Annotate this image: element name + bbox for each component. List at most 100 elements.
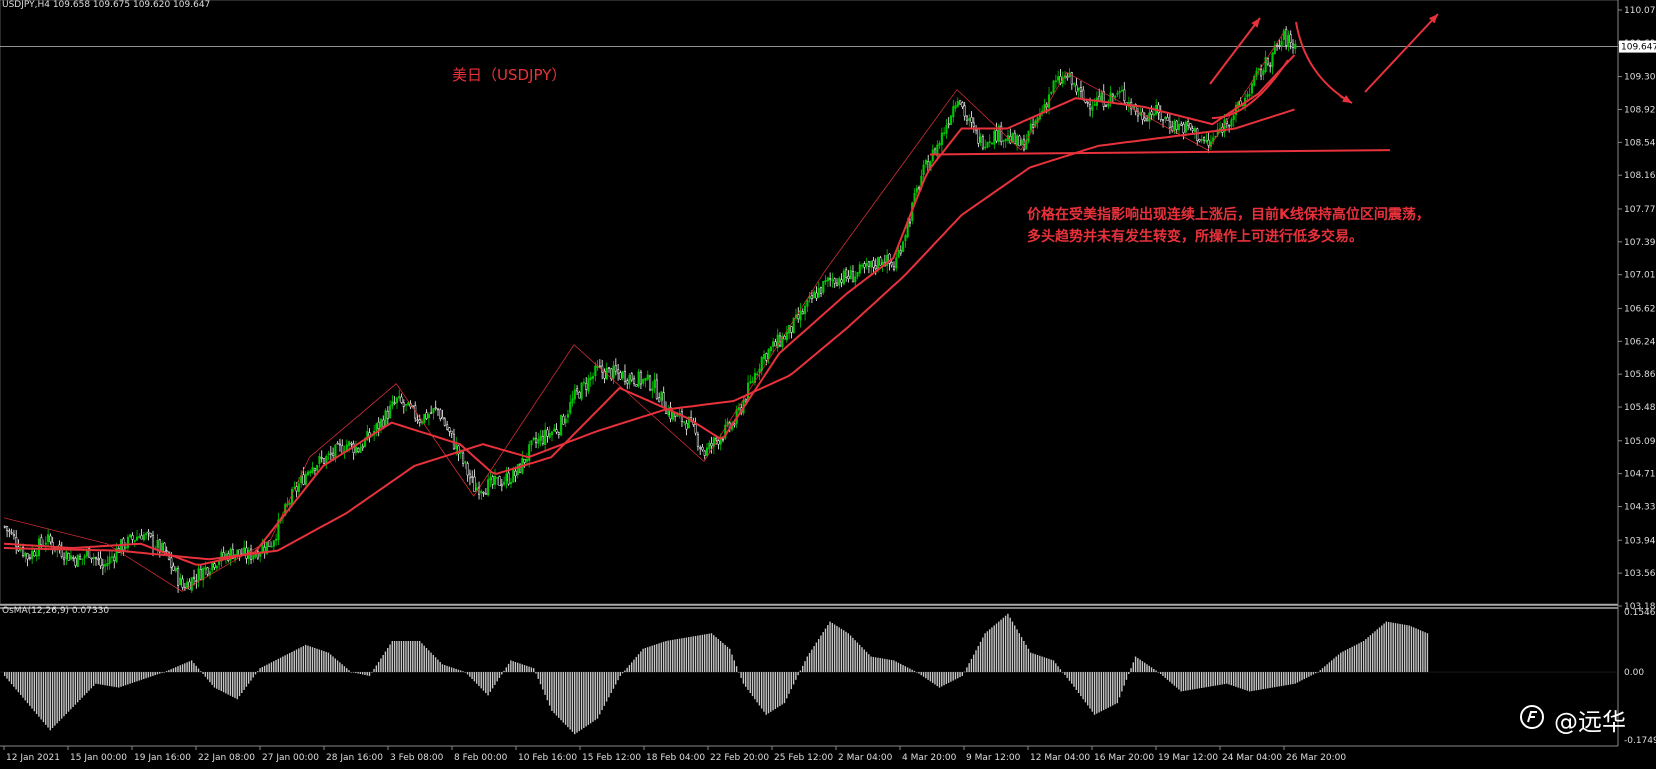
candle bbox=[270, 545, 273, 548]
osma-bar bbox=[970, 658, 973, 673]
candle bbox=[1020, 139, 1023, 146]
osma-bar bbox=[802, 665, 804, 673]
candle bbox=[393, 402, 396, 404]
candle bbox=[1004, 138, 1007, 142]
price-tick-label: 108.540 bbox=[1624, 138, 1656, 148]
osma-bar bbox=[1139, 659, 1141, 673]
osma-bar bbox=[229, 672, 232, 696]
osma-bar bbox=[514, 661, 517, 673]
candle bbox=[382, 419, 385, 427]
candle bbox=[334, 444, 337, 458]
osma-bar bbox=[1285, 672, 1287, 686]
osma-bar bbox=[323, 651, 325, 673]
osma-bar bbox=[763, 672, 765, 712]
time-tick-label: 22 Jan 08:00 bbox=[198, 753, 255, 763]
osma-bar bbox=[765, 672, 767, 715]
candle bbox=[1057, 76, 1060, 81]
osma-bar bbox=[1273, 672, 1276, 688]
osma-bar bbox=[387, 647, 389, 673]
candle bbox=[512, 469, 515, 483]
candle bbox=[694, 424, 697, 434]
candle bbox=[507, 472, 510, 485]
osma-bar bbox=[941, 672, 943, 687]
osma-bar bbox=[931, 672, 934, 683]
candle bbox=[769, 346, 772, 352]
time-tick-label: 12 Jan 2021 bbox=[6, 753, 60, 763]
candle bbox=[1187, 121, 1190, 126]
osma-bar bbox=[391, 640, 393, 673]
osma-bar bbox=[482, 672, 485, 691]
osma-bar bbox=[1091, 672, 1093, 712]
candle bbox=[215, 565, 218, 569]
osma-bar bbox=[143, 672, 145, 680]
candle bbox=[74, 557, 77, 566]
osma-bar bbox=[40, 672, 42, 720]
candle bbox=[448, 427, 451, 432]
osma-bar bbox=[672, 639, 674, 673]
candle bbox=[359, 447, 362, 453]
osma-bar bbox=[1144, 662, 1146, 673]
osma-bar bbox=[307, 645, 309, 673]
osma-bar bbox=[432, 654, 435, 673]
osma-bar bbox=[906, 667, 909, 673]
osma-bar bbox=[211, 672, 213, 685]
osma-bar bbox=[1349, 647, 1351, 673]
candle bbox=[874, 265, 877, 269]
osma-bar bbox=[31, 672, 33, 709]
candle bbox=[1166, 117, 1169, 121]
osma-bar bbox=[640, 651, 642, 673]
osma-bar bbox=[505, 667, 507, 673]
osma-bar bbox=[959, 672, 961, 678]
osma-bar bbox=[542, 672, 544, 690]
candle bbox=[297, 483, 300, 492]
osma-bar bbox=[428, 650, 430, 673]
osma-bar bbox=[1326, 664, 1328, 673]
candle bbox=[810, 295, 813, 300]
candle bbox=[1054, 80, 1057, 82]
osma-bar bbox=[1055, 663, 1057, 673]
osma-bar bbox=[227, 672, 229, 695]
osma-bar bbox=[241, 672, 243, 694]
candle bbox=[863, 263, 866, 268]
candle bbox=[861, 264, 864, 267]
candle bbox=[1077, 87, 1080, 91]
rally-arrow bbox=[1209, 17, 1261, 85]
candle bbox=[35, 554, 38, 557]
osma-bar bbox=[97, 672, 99, 685]
osma-bar bbox=[498, 672, 501, 678]
osma-bar bbox=[982, 637, 984, 673]
osma-bar bbox=[690, 636, 692, 673]
osma-bar bbox=[845, 631, 847, 673]
osma-bar bbox=[434, 657, 437, 673]
osma-bar bbox=[1392, 622, 1394, 673]
osma-bar bbox=[257, 671, 259, 673]
osma-bar bbox=[772, 672, 774, 711]
osma-bar bbox=[884, 658, 886, 673]
candle bbox=[496, 477, 499, 479]
candle bbox=[1159, 110, 1162, 120]
candle bbox=[509, 481, 513, 484]
candle bbox=[466, 463, 469, 476]
candle bbox=[1180, 123, 1183, 126]
osma-bar bbox=[156, 672, 159, 675]
candle bbox=[1198, 139, 1201, 142]
osma-bar bbox=[1356, 644, 1358, 673]
osma-bar bbox=[1315, 672, 1317, 674]
osma-bar bbox=[127, 672, 129, 685]
candle bbox=[179, 577, 182, 586]
usdjpy-chart[interactable]: 110.070109.690109.300108.920108.540108.1… bbox=[0, 0, 1656, 765]
osma-bar bbox=[888, 659, 891, 673]
candle bbox=[199, 568, 202, 580]
osma-bar bbox=[535, 672, 537, 674]
candle bbox=[867, 261, 870, 267]
osma-bar bbox=[254, 672, 257, 675]
candle bbox=[464, 461, 467, 464]
osma-bar bbox=[733, 660, 735, 673]
candle bbox=[1262, 70, 1265, 75]
osma-bar bbox=[833, 624, 836, 673]
osma-bar bbox=[594, 672, 596, 721]
candle bbox=[439, 409, 442, 420]
osma-bar bbox=[1317, 672, 1319, 673]
candle bbox=[619, 372, 622, 380]
osma-bar bbox=[1205, 672, 1207, 688]
